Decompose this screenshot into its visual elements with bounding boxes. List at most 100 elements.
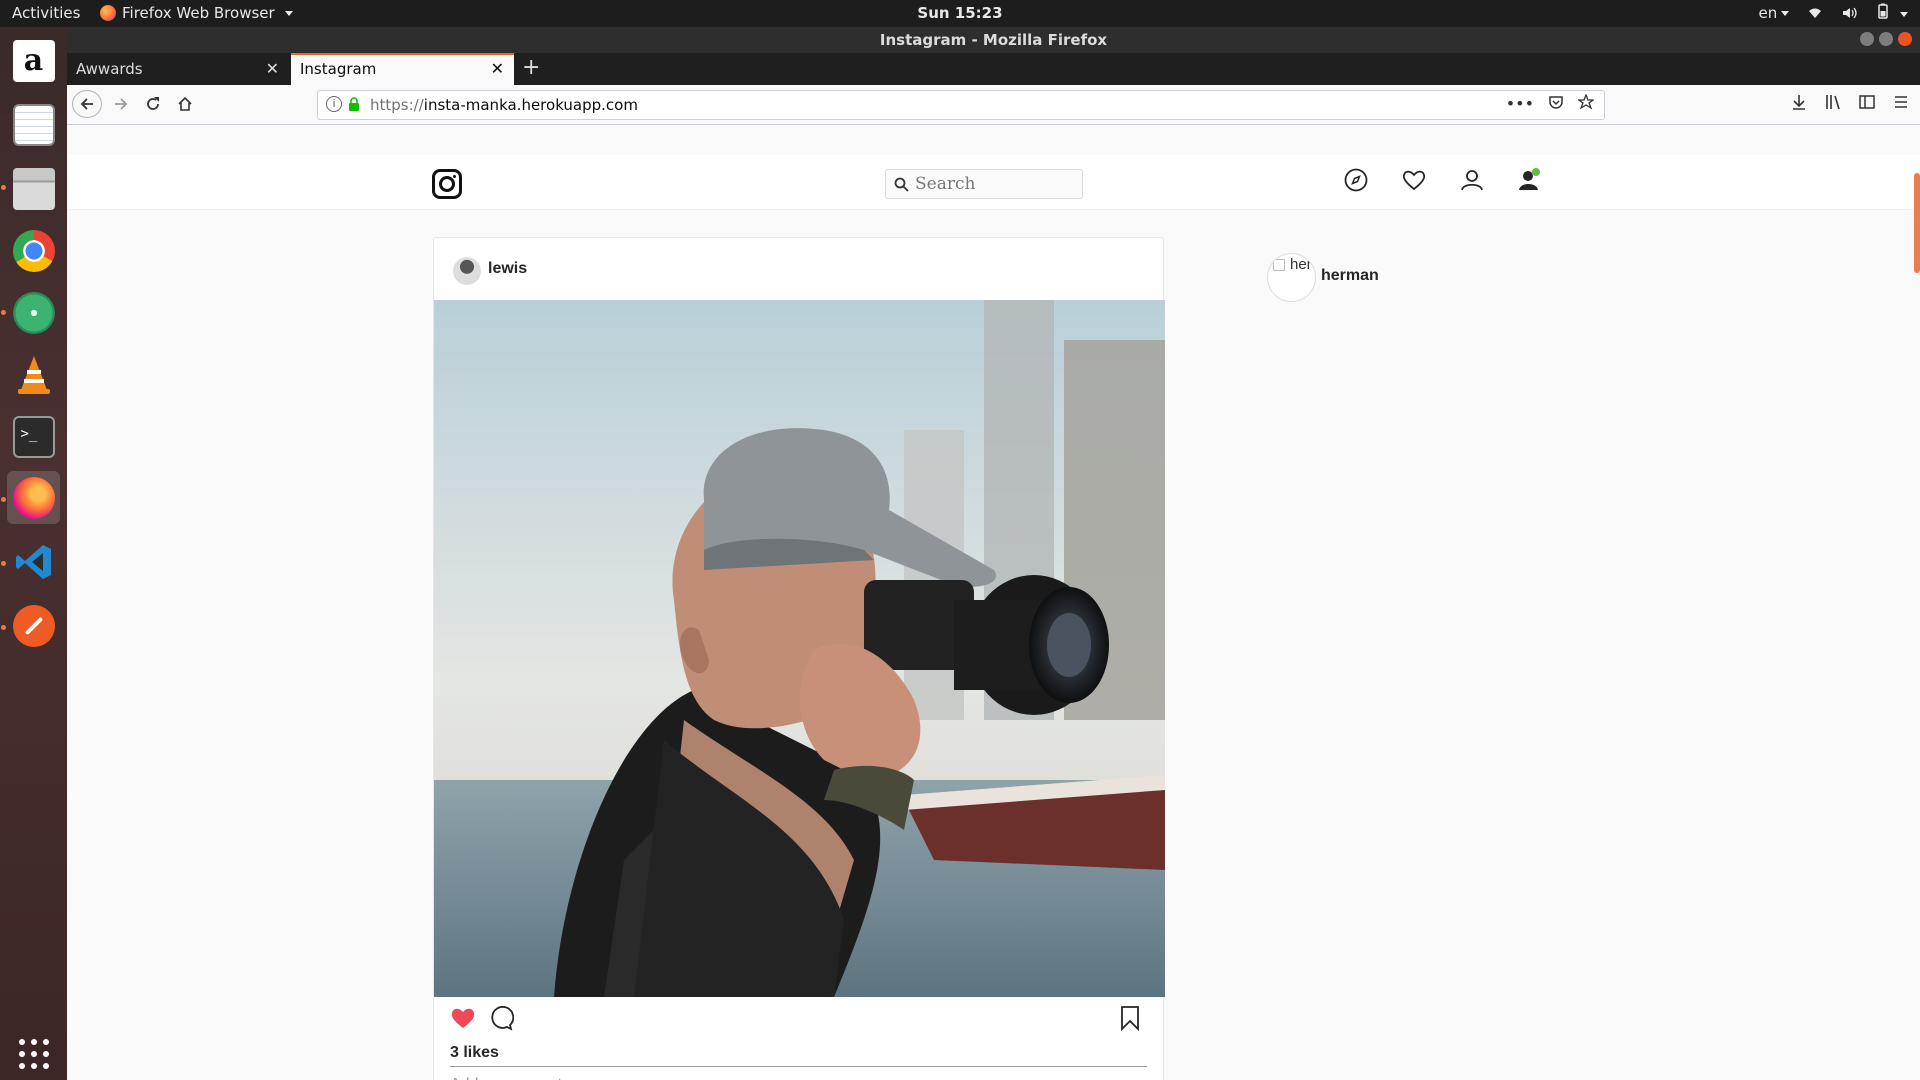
vlc-icon <box>17 355 50 394</box>
firefox-icon <box>100 5 116 21</box>
library-icon[interactable] <box>1824 93 1842 111</box>
pocket-icon[interactable] <box>1548 94 1564 110</box>
power-menu[interactable] <box>1875 3 1908 23</box>
tab-instagram[interactable]: Instagram ✕ <box>291 53 514 85</box>
feed-post: lewis 3 likes Add a comment... <box>433 237 1165 1080</box>
info-icon[interactable]: i <box>326 96 342 112</box>
profile-username[interactable]: herman <box>1321 267 1379 285</box>
forward-button[interactable] <box>108 90 134 118</box>
arrow-left-icon <box>80 98 93 110</box>
reload-icon <box>147 97 159 110</box>
search-input[interactable] <box>915 174 1075 194</box>
maximize-button[interactable] <box>1879 32 1893 46</box>
instagram-header <box>67 155 1920 210</box>
url-text[interactable]: https://insta-manka.herokuapp.com <box>370 96 638 114</box>
dock-atom[interactable] <box>7 286 60 339</box>
tab-awwards[interactable]: Awwards ✕ <box>67 53 289 85</box>
url-protocol: https:// <box>370 96 424 114</box>
chevron-down-icon <box>284 10 293 16</box>
sidebar-profile: her herman <box>1267 253 1567 303</box>
search-icon <box>894 177 909 192</box>
page-actions-icon[interactable]: ••• <box>1506 94 1534 113</box>
app-menu[interactable]: Firefox Web Browser <box>100 4 293 22</box>
dock-terminal[interactable]: >_ <box>7 410 60 463</box>
lock-icon[interactable] <box>348 97 360 111</box>
post-header: lewis <box>434 238 1163 300</box>
chevron-down-icon <box>1781 11 1790 16</box>
post-username[interactable]: lewis <box>488 260 527 278</box>
close-window-button[interactable] <box>1898 32 1912 46</box>
reload-button[interactable] <box>140 90 166 118</box>
downloads-icon[interactable] <box>1790 93 1808 111</box>
search-box[interactable] <box>885 169 1083 199</box>
clock[interactable]: Sun 15:23 <box>917 4 1002 22</box>
post-actions <box>434 997 1163 1047</box>
broken-image-icon <box>1273 259 1285 271</box>
tab-label: Instagram <box>300 60 377 78</box>
app-menu-label: Firefox Web Browser <box>122 4 275 22</box>
back-button[interactable] <box>72 90 102 118</box>
hamburger-menu-icon[interactable] <box>1892 93 1910 111</box>
language-indicator[interactable]: en <box>1758 4 1790 22</box>
dock-firefox[interactable] <box>7 471 60 524</box>
instagram-logo-icon[interactable] <box>432 169 462 199</box>
window-titlebar[interactable]: Instagram - Mozilla Firefox <box>67 27 1920 53</box>
page-content: lewis <box>67 155 1920 1080</box>
postman-icon <box>12 604 55 647</box>
activities-button[interactable]: Activities <box>12 4 80 22</box>
dock-files[interactable] <box>7 162 60 215</box>
close-tab-icon[interactable]: ✕ <box>266 53 279 85</box>
dock-amazon[interactable]: a <box>7 34 60 87</box>
comment-input[interactable] <box>450 1076 1147 1080</box>
dock-postman[interactable] <box>7 599 60 652</box>
firefox-icon <box>12 476 55 519</box>
likes-count[interactable]: 3 likes <box>450 1044 499 1062</box>
save-bookmark-icon[interactable] <box>1117 1005 1143 1031</box>
heart-icon[interactable] <box>1401 167 1427 193</box>
dock-vlc[interactable] <box>7 348 60 401</box>
url-host: insta-manka.herokuapp.com <box>423 96 638 114</box>
show-applications-button[interactable] <box>7 1027 60 1080</box>
tab-strip: Awwards ✕ Instagram ✕ + <box>67 53 1920 85</box>
avatar[interactable]: her <box>1267 253 1316 302</box>
arrow-right-icon <box>115 98 128 110</box>
photo-man-with-camera <box>434 300 1165 997</box>
vscode-icon <box>15 544 51 579</box>
bookmark-star-icon[interactable] <box>1578 94 1594 110</box>
text-editor-icon <box>12 103 55 146</box>
post-photo[interactable] <box>434 300 1165 997</box>
add-user-icon[interactable] <box>1516 167 1542 193</box>
volume-icon[interactable] <box>1841 5 1857 21</box>
minimize-button[interactable] <box>1860 32 1874 46</box>
chevron-down-icon <box>1900 12 1908 17</box>
firefox-window: Instagram - Mozilla Firefox Awwards ✕ In… <box>67 27 1920 1080</box>
battery-icon <box>1878 3 1888 19</box>
dock-vscode[interactable] <box>7 535 60 588</box>
app-grid-icon <box>18 1038 49 1069</box>
dock-chrome[interactable] <box>7 224 60 277</box>
avatar-alt-text: her <box>1290 256 1312 273</box>
navigation-toolbar: i https://insta-manka.herokuapp.com ••• <box>67 85 1920 125</box>
divider <box>450 1066 1147 1067</box>
atom-icon <box>12 291 55 334</box>
tab-label: Awwards <box>76 60 143 78</box>
system-top-bar: Activities Firefox Web Browser Sun 15:23… <box>0 0 1920 27</box>
url-bar[interactable]: i https://insta-manka.herokuapp.com ••• <box>317 90 1605 120</box>
scrollbar[interactable] <box>1914 173 1920 273</box>
explore-compass-icon[interactable] <box>1343 167 1369 193</box>
dock-text-editor[interactable] <box>7 98 60 151</box>
new-tab-button[interactable]: + <box>522 55 540 80</box>
home-button[interactable] <box>172 90 198 118</box>
comment-icon[interactable] <box>488 1005 514 1031</box>
wifi-icon[interactable] <box>1807 5 1823 21</box>
window-title: Instagram - Mozilla Firefox <box>879 31 1108 49</box>
close-tab-icon[interactable]: ✕ <box>491 55 504 83</box>
language-label: en <box>1758 4 1778 22</box>
home-icon <box>178 96 192 111</box>
amazon-icon: a <box>12 39 55 82</box>
like-heart-icon[interactable] <box>450 1005 476 1031</box>
chrome-icon <box>12 229 55 272</box>
avatar[interactable] <box>453 257 481 285</box>
sidebar-icon[interactable] <box>1858 93 1876 111</box>
profile-icon[interactable] <box>1459 167 1485 193</box>
